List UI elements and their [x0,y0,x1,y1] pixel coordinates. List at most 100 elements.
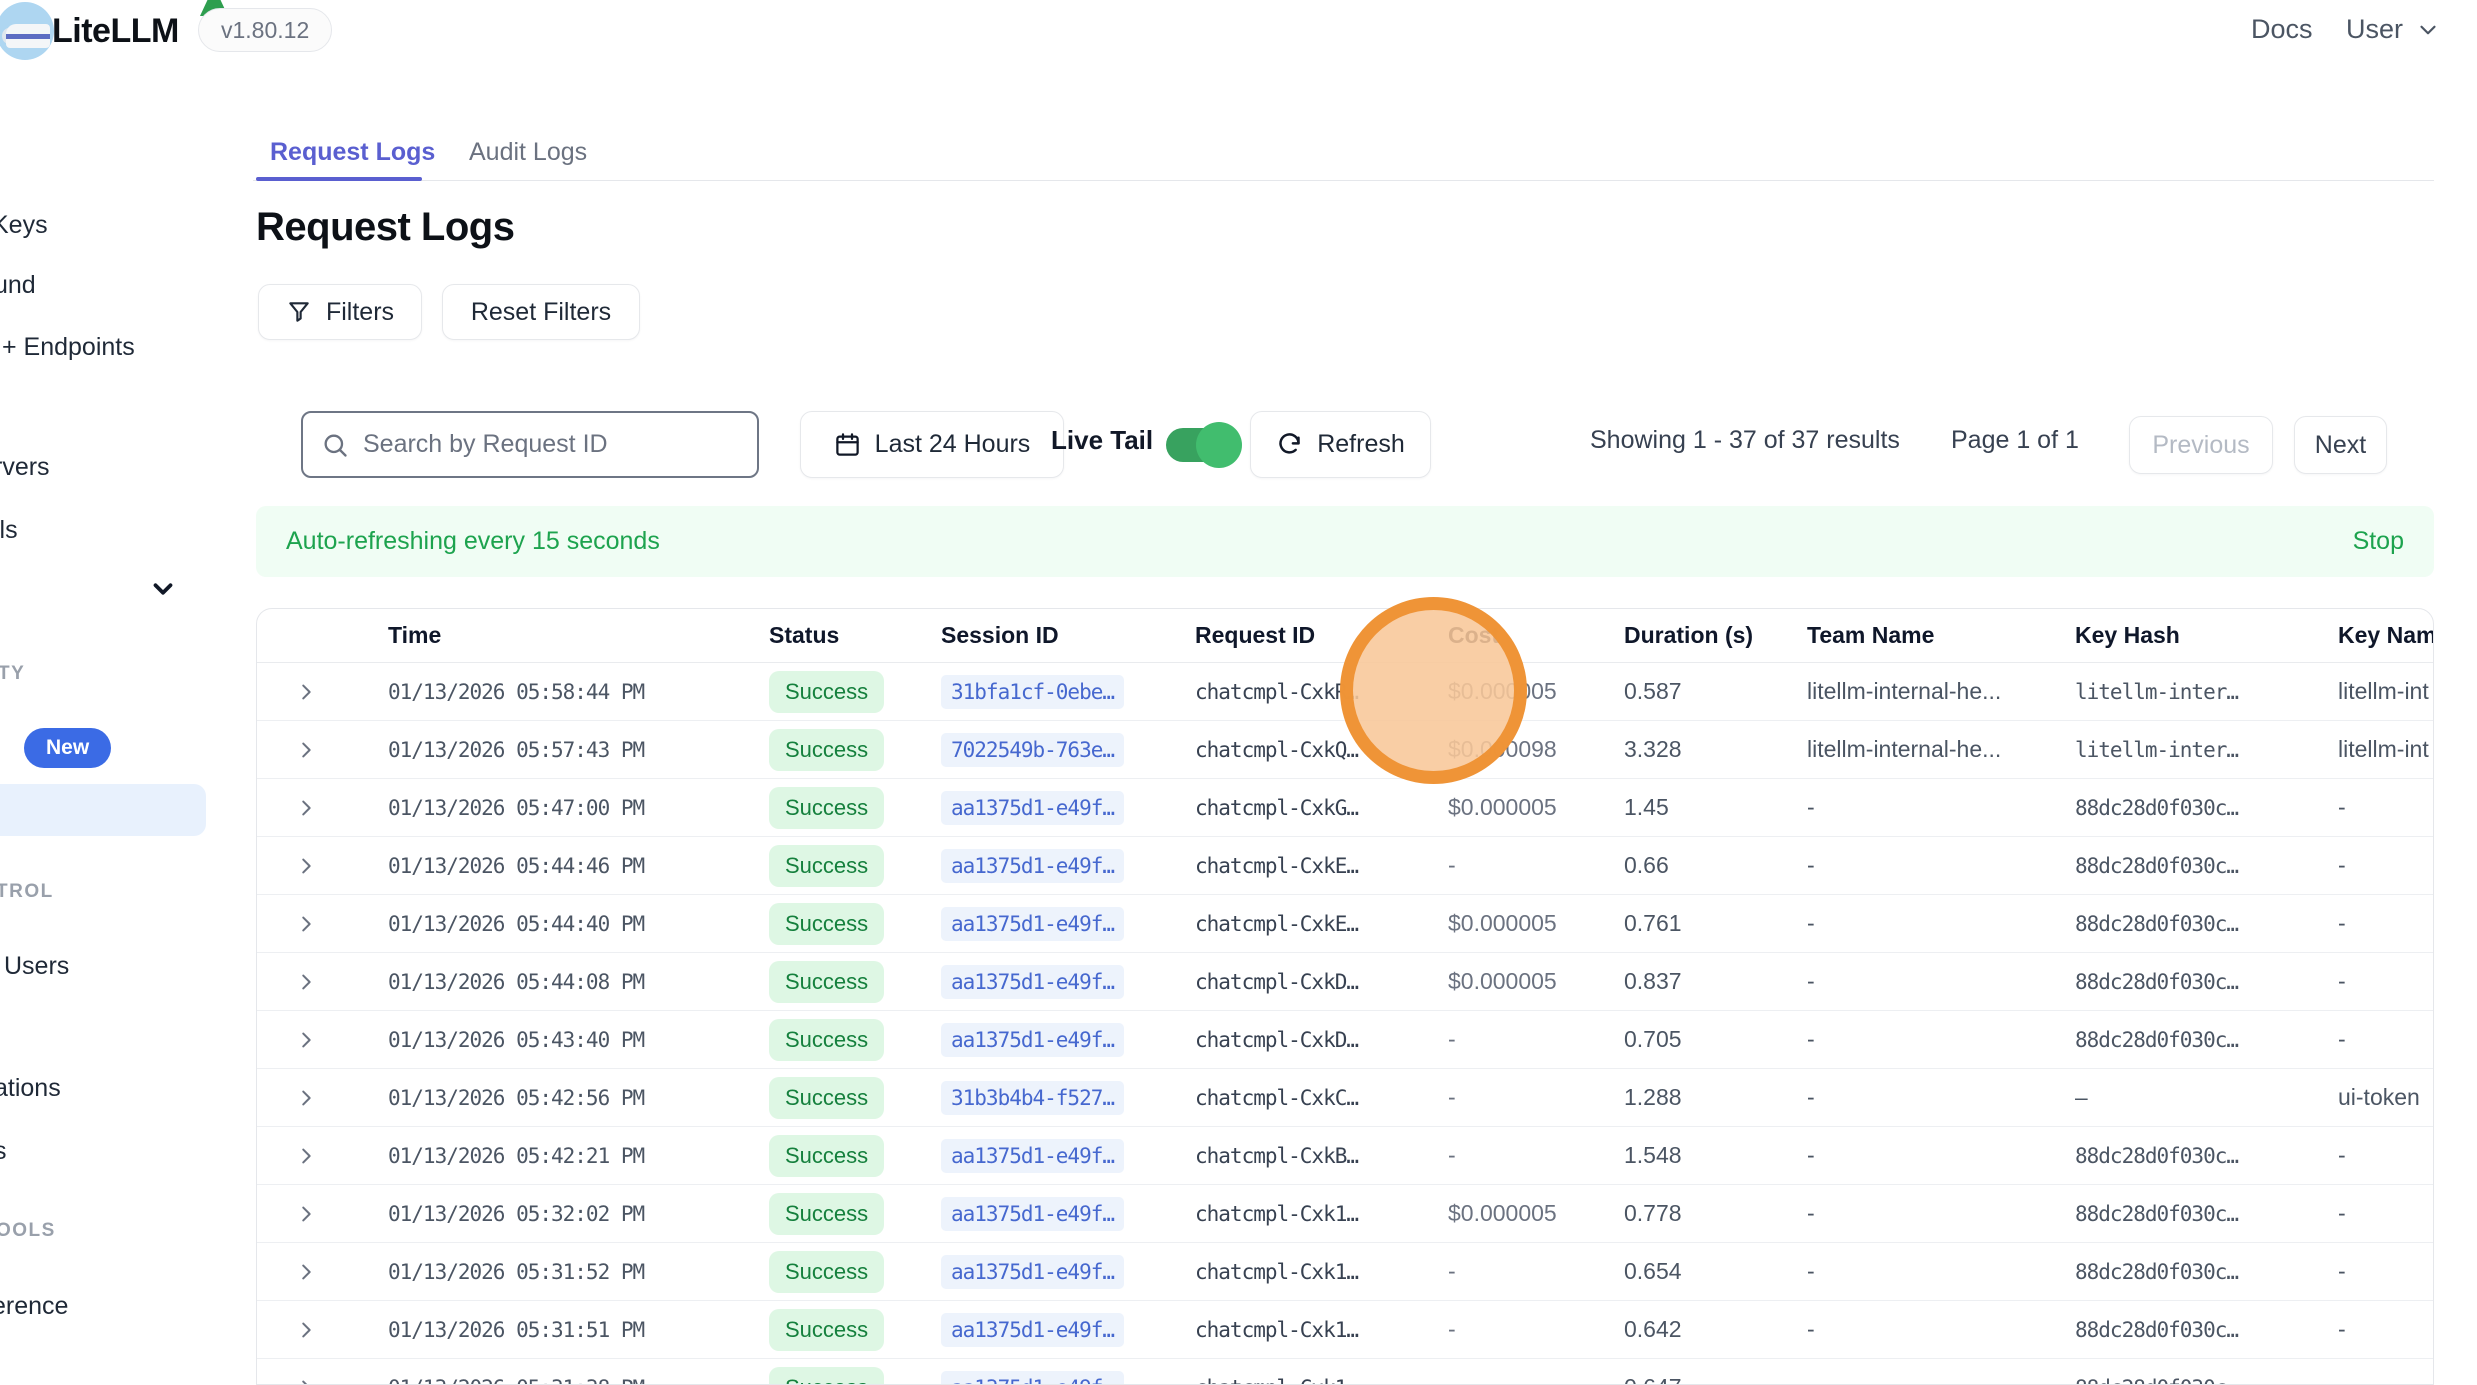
session-id-link[interactable]: aa1375d1-e49f… [941,1023,1124,1057]
sidebar-item-selected[interactable] [0,784,206,836]
expand-row-chevron-icon[interactable] [295,1145,317,1167]
cell-request-id: chatcmpl-CxkG… [1195,796,1448,820]
session-id-link[interactable]: aa1375d1-e49f… [941,1139,1124,1173]
refresh-icon [1276,431,1303,458]
expand-row-chevron-icon[interactable] [295,1261,317,1283]
sidebar-item-guardrails[interactable]: ils [0,516,18,545]
cell-cost: $0.000005 [1448,678,1624,705]
cell-key-hash: litellm-inter… [2075,738,2338,762]
litellm-logo-icon [0,2,54,60]
sidebar-item-playground[interactable]: und [0,271,36,300]
cell-duration: 0.654 [1624,1258,1807,1285]
sidebar-collapse-chevron-icon[interactable] [148,574,178,604]
active-tab-underline [256,177,422,181]
cell-key-hash: 88dc28d0f030c… [2075,796,2338,820]
cell-key-name: ui-token [2338,1084,2434,1111]
table-row[interactable]: 01/13/2026 05:42:56 PM Success 31b3b4b4-… [257,1069,2434,1127]
expand-row-chevron-icon[interactable] [295,1087,317,1109]
status-badge: Success [769,845,884,887]
sidebar-item-api-reference[interactable]: erence [0,1292,68,1321]
docs-link[interactable]: Docs [2251,14,2313,45]
status-badge: Success [769,1193,884,1235]
stop-auto-refresh-link[interactable]: Stop [2353,527,2404,556]
session-id-link[interactable]: aa1375d1-e49f… [941,1313,1124,1347]
cell-team-name: litellm-internal-he... [1807,736,2075,763]
cell-duration: 0.647 [1624,1374,1807,1385]
status-badge: Success [769,1309,884,1351]
sidebar-item-keys[interactable]: Keys [0,211,48,240]
next-page-button[interactable]: Next [2294,416,2387,474]
sidebar-item-teams[interactable]: s [0,1137,7,1166]
session-id-link[interactable]: aa1375d1-e49f… [941,791,1124,825]
expand-row-chevron-icon[interactable] [295,1029,317,1051]
tab-audit-logs[interactable]: Audit Logs [469,138,587,167]
cell-request-id: chatcmpl-CxkE… [1195,854,1448,878]
cell-time: 01/13/2026 05:42:56 PM [388,1086,769,1110]
tab-request-logs[interactable]: Request Logs [270,138,435,167]
expand-row-chevron-icon[interactable] [295,797,317,819]
cell-request-id: chatcmpl-CxkB… [1195,1144,1448,1168]
filters-button[interactable]: Filters [258,284,422,340]
sidebar-item-organizations[interactable]: ations [0,1074,61,1103]
search-input[interactable] [363,430,723,459]
expand-row-chevron-icon[interactable] [295,681,317,703]
status-badge: Success [769,903,884,945]
table-row[interactable]: 01/13/2026 05:44:40 PM Success aa1375d1-… [257,895,2434,953]
table-row[interactable]: 01/13/2026 05:31:51 PM Success aa1375d1-… [257,1301,2434,1359]
expand-row-chevron-icon[interactable] [295,1377,317,1385]
session-id-link[interactable]: aa1375d1-e49f… [941,907,1124,941]
cell-key-name: - [2338,1316,2434,1343]
cell-request-id: chatcmpl-CxkR… [1195,680,1448,704]
live-tail-toggle[interactable] [1166,428,1234,462]
table-row[interactable]: 01/13/2026 05:44:08 PM Success aa1375d1-… [257,953,2434,1011]
user-menu[interactable]: User [2346,14,2441,45]
time-range-button[interactable]: Last 24 Hours [800,411,1064,478]
search-request-id[interactable] [301,411,759,478]
status-badge: Success [769,1251,884,1293]
expand-row-chevron-icon[interactable] [295,855,317,877]
refresh-button[interactable]: Refresh [1250,411,1431,478]
cell-time: 01/13/2026 05:57:43 PM [388,738,769,762]
table-row[interactable]: 01/13/2026 05:32:02 PM Success aa1375d1-… [257,1185,2434,1243]
session-id-link[interactable]: aa1375d1-e49f… [941,1255,1124,1289]
cell-request-id: chatcmpl-CxkQ… [1195,738,1448,762]
session-id-link[interactable]: aa1375d1-e49f… [941,849,1124,883]
reset-filters-button[interactable]: Reset Filters [442,284,640,340]
cell-key-name: - [2338,794,2434,821]
session-id-link[interactable]: 31bfa1cf-0ebe… [941,675,1124,709]
expand-row-chevron-icon[interactable] [295,1319,317,1341]
cell-team-name: - [1807,910,2075,937]
table-row[interactable]: 01/13/2026 05:44:46 PM Success aa1375d1-… [257,837,2434,895]
time-range-label: Last 24 Hours [875,430,1031,459]
expand-row-chevron-icon[interactable] [295,913,317,935]
session-id-link[interactable]: aa1375d1-e49f… [941,1197,1124,1231]
cell-request-id: chatcmpl-Cxk1… [1195,1260,1448,1284]
table-row[interactable]: 01/13/2026 05:31:38 PM Success aa1375d1-… [257,1359,2434,1385]
previous-page-button[interactable]: Previous [2129,416,2273,474]
table-row[interactable]: 01/13/2026 05:43:40 PM Success aa1375d1-… [257,1011,2434,1069]
session-id-link[interactable]: aa1375d1-e49f… [941,965,1124,999]
expand-row-chevron-icon[interactable] [295,971,317,993]
table-row[interactable]: 01/13/2026 05:42:21 PM Success aa1375d1-… [257,1127,2434,1185]
cell-cost: - [1448,1374,1624,1385]
cell-duration: 0.587 [1624,678,1807,705]
sidebar-item-endpoints[interactable]: + Endpoints [2,333,135,362]
table-row[interactable]: 01/13/2026 05:57:43 PM Success 7022549b-… [257,721,2434,779]
sidebar-item-servers[interactable]: rvers [0,453,50,482]
expand-row-chevron-icon[interactable] [295,1203,317,1225]
table-row[interactable]: 01/13/2026 05:31:52 PM Success aa1375d1-… [257,1243,2434,1301]
new-badge: New [24,728,111,768]
session-id-link[interactable]: 7022549b-763e… [941,733,1124,767]
request-logs-page: LiteLLM v1.80.12 Docs User Keys und + En… [0,0,2477,1385]
table-row[interactable]: 01/13/2026 05:58:44 PM Success 31bfa1cf-… [257,663,2434,721]
cell-time: 01/13/2026 05:31:38 PM [388,1376,769,1385]
expand-row-chevron-icon[interactable] [295,739,317,761]
table-row[interactable]: 01/13/2026 05:47:00 PM Success aa1375d1-… [257,779,2434,837]
calendar-icon [834,431,861,458]
session-id-link[interactable]: 31b3b4b4-f527… [941,1081,1124,1115]
session-id-link[interactable]: aa1375d1-e49f… [941,1371,1124,1385]
column-header-time: Time [388,622,769,649]
sidebar-item-users[interactable]: Users [4,952,69,981]
cell-request-id: chatcmpl-CxkC… [1195,1086,1448,1110]
top-nav: LiteLLM v1.80.12 Docs User [0,0,2477,64]
